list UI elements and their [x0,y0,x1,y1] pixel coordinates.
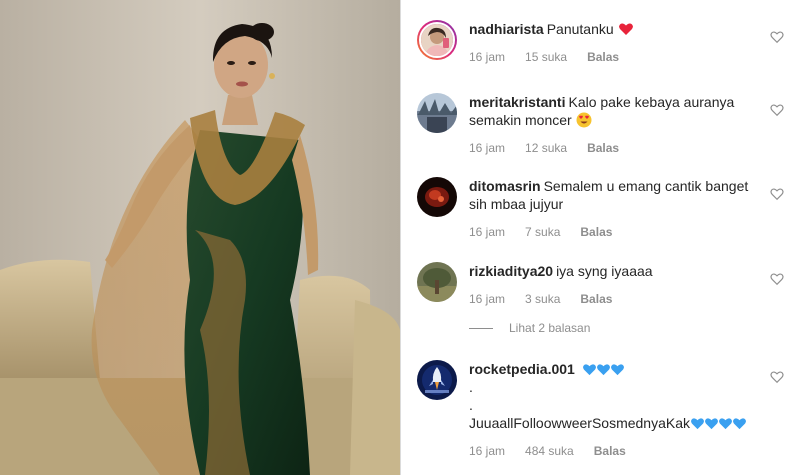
comment-likes[interactable]: 15 suka [525,48,567,66]
avatar[interactable] [417,93,457,133]
comment-time: 16 jam [469,50,506,64]
avatar-image [417,262,457,302]
comment-text-line: . [469,379,473,395]
comment-meta: 16 jam 484 suka Balas [469,442,754,460]
reply-button[interactable]: Balas [580,223,612,241]
blue-heart-emoji-icon [719,418,732,430]
red-heart-emoji-icon [618,23,633,35]
avatar[interactable] [417,20,457,60]
blue-heart-emoji-icon [582,364,596,376]
comment-text: JuuaallFolloowweerSosmednyaKak [469,415,691,431]
avatar[interactable] [417,262,457,302]
reply-button[interactable]: Balas [587,139,619,157]
comment-text: Panutanku [546,21,614,37]
comment-username[interactable]: ditomasrin [469,178,541,194]
comment-meta: 16 jam 15 suka Balas [469,48,754,66]
heart-outline-icon[interactable] [770,103,784,117]
comment-item: nadhiarista Panutanku 16 jam 15 suka Bala… [417,20,784,70]
comment-meta: 16 jam 3 suka Balas [469,290,754,308]
heart-outline-icon[interactable] [770,30,784,44]
comment-meta: 16 jam 12 suka Balas [469,139,754,157]
comment-body: meritakristanti Kalo pake kebaya auranya … [469,93,754,157]
avatar-image [417,360,457,400]
comment-likes[interactable]: 3 suka [525,290,560,308]
comment-body: nadhiarista Panutanku 16 jam 15 suka Bala… [469,20,754,66]
view-replies-label: Lihat 2 balasan [509,321,591,335]
avatar-image [417,177,457,217]
comments-panel: nadhiarista Panutanku 16 jam 15 suka Bala… [401,0,800,475]
blue-heart-emoji-icon [596,364,610,376]
heart-outline-icon[interactable] [770,187,784,201]
blue-heart-emoji-icon [610,364,624,376]
blue-heart-emoji-icon [705,418,718,430]
comment-body: rizkiaditya20 iya syng iyaaaa 16 jam 3 su… [469,262,754,308]
heart-eyes-emoji-icon [576,112,592,128]
comment-body: ditomasrin Semalem u emang cantik banget … [469,177,754,241]
comment-item: rizkiaditya20 iya syng iyaaaa 16 jam 3 su… [417,262,784,312]
comment-time: 16 jam [469,225,506,239]
comment-text-line: . [469,397,473,413]
comment-likes[interactable]: 12 suka [525,139,567,157]
blue-heart-emoji-icon [733,418,746,430]
blue-heart-emoji-icon [691,418,704,430]
comment-item: meritakristanti Kalo pake kebaya auranya … [417,93,784,155]
comment-username[interactable]: meritakristanti [469,94,565,110]
comment-body: rocketpedia.001 . . JuuaallFolloowweerSo… [469,360,754,460]
comment-time: 16 jam [469,141,506,155]
photo-illustration [0,0,400,475]
avatar-image [417,93,457,133]
comment-time: 16 jam [469,444,506,458]
avatar-image [421,24,453,56]
comment-username[interactable]: rocketpedia.001 [469,361,575,377]
heart-outline-icon[interactable] [770,272,784,286]
comment-time: 16 jam [469,292,506,306]
avatar[interactable] [417,177,457,217]
reply-button[interactable]: Balas [594,442,626,460]
reply-button[interactable]: Balas [587,48,619,66]
comment-item: ditomasrin Semalem u emang cantik banget … [417,177,784,239]
avatar[interactable] [417,360,457,400]
heart-outline-icon[interactable] [770,370,784,384]
reply-button[interactable]: Balas [580,290,612,308]
post-photo [0,0,400,475]
comment-username[interactable]: rizkiaditya20 [469,263,553,279]
comment-likes[interactable]: 7 suka [525,223,560,241]
comment-meta: 16 jam 7 suka Balas [469,223,754,241]
comment-username[interactable]: nadhiarista [469,21,544,37]
comment-likes[interactable]: 484 suka [525,442,574,460]
comment-item: rocketpedia.001 . . JuuaallFolloowweerSo… [417,360,784,460]
comment-text: iya syng iyaaaa [556,263,653,279]
view-replies-line [469,327,493,329]
view-replies-button[interactable]: Lihat 2 balasan [469,321,590,335]
